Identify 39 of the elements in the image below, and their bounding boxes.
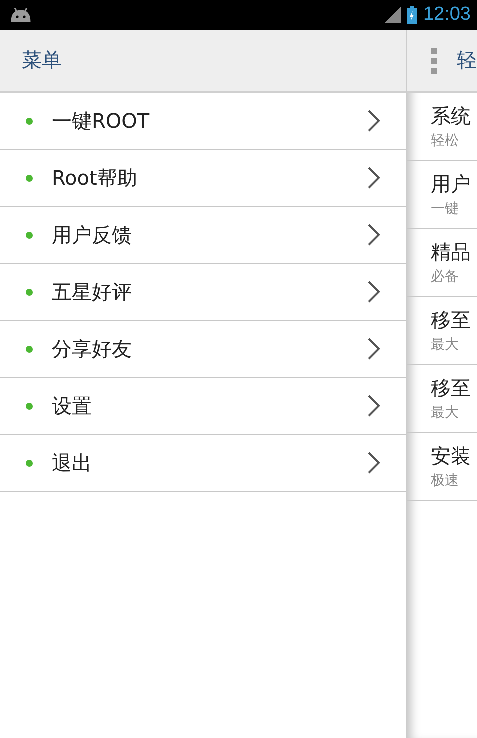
list-item[interactable]: 移至 最大 [407,297,477,365]
chevron-right-icon [368,395,380,417]
chevron-right-icon [368,224,380,246]
bullet-icon [26,288,33,296]
chevron-right-icon [368,167,380,189]
chevron-right-icon [368,452,380,474]
item-subtitle: 一键 [431,200,460,218]
clock-time: 12:03 [423,4,471,26]
bullet-icon [26,232,33,238]
item-title: 精品 [431,239,472,266]
item-subtitle: 最大 [431,336,460,354]
item-subtitle: 必备 [431,268,460,286]
item-title: 移至 [431,375,472,402]
bullet-icon [26,118,33,124]
android-icon [10,8,32,22]
item-subtitle: 最大 [431,404,460,422]
bullet-icon [26,174,33,182]
bullet-icon [26,402,33,410]
item-title: 安装 [431,443,472,470]
list-item[interactable]: 移至 最大 [407,365,477,433]
list-item[interactable]: 用户 一键 [407,161,477,229]
bullet-icon [26,346,33,352]
list-item[interactable]: 精品 必备 [407,229,477,297]
item-subtitle: 极速 [431,472,460,490]
item-title: 移至 [431,307,472,334]
signal-icon [385,7,402,23]
item-title: 系统 [431,103,472,130]
menu-title: 菜单 [22,47,62,74]
item-subtitle: 轻松 [431,132,460,150]
chevron-right-icon [368,110,380,132]
overflow-menu-icon[interactable] [431,48,437,74]
battery-icon [407,6,418,24]
chevron-right-icon [368,338,380,360]
bullet-icon [26,460,33,466]
list-item[interactable]: 系统 轻松 [407,93,477,161]
chevron-right-icon [368,281,380,303]
screen-title: 轻 [457,47,477,74]
list-item[interactable]: 安装 极速 [407,433,477,501]
item-title: 用户 [431,171,472,198]
